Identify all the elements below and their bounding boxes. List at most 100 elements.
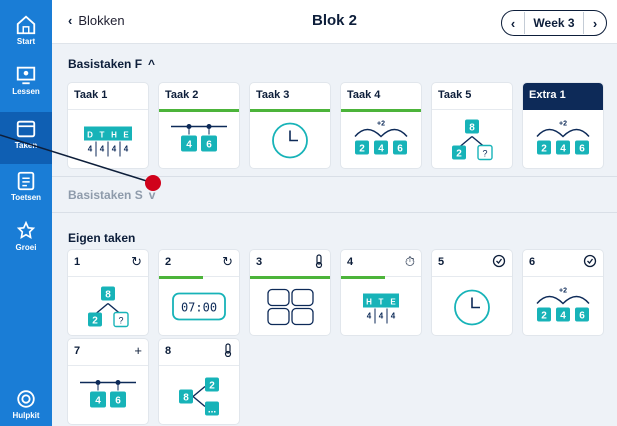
section-basistaken-f-header[interactable]: Basistaken F ^: [68, 57, 155, 71]
task-card[interactable]: 6 +2 2 4 6: [523, 250, 603, 335]
task-card-header: 1 ↻: [68, 250, 148, 277]
place-value-table-icon: D4T4H4E4: [84, 126, 132, 157]
progress-bar: [250, 109, 330, 112]
week-navigator: ‹ Week 3 ›: [501, 10, 607, 36]
table-header-text: T: [100, 131, 105, 140]
table-header-text: E: [390, 298, 396, 307]
divider: [52, 212, 617, 213]
value-text: 8: [183, 393, 189, 404]
sidebar-item-taken[interactable]: Taken: [0, 112, 52, 164]
number-line-icon: 46: [80, 380, 136, 408]
top-bar: ‹ Blokken Blok 2 ‹ Week 3 ›: [52, 0, 617, 44]
task-card[interactable]: Taak 5 8 2?: [432, 83, 512, 168]
jump-label: +2: [559, 121, 567, 128]
value-text: 2: [541, 144, 547, 155]
lifebuoy-icon: [17, 390, 35, 408]
tasks-icon: [16, 120, 36, 138]
divider: [52, 176, 617, 177]
task-card[interactable]: 8 8 2...: [159, 339, 239, 424]
section-basistaken-s-header[interactable]: Basistaken S v: [68, 188, 155, 202]
thermometer-icon: [223, 343, 233, 360]
home-icon: [16, 15, 36, 35]
task-card-header: Taak 2: [159, 83, 239, 110]
value-text: 6: [579, 311, 585, 322]
task-card-title: 1: [74, 256, 81, 268]
task-card-title: Taak 4: [347, 89, 381, 101]
digital-clock-time: 07:00: [181, 301, 217, 315]
task-card[interactable]: Taak 4 +2 2 4 6: [341, 83, 421, 168]
value-text: 8: [469, 123, 475, 134]
digital-clock-icon: 07:00: [172, 292, 226, 321]
section-title: Basistaken S: [68, 188, 143, 202]
task-card-title: Taak 2: [165, 89, 199, 101]
number-jump-icon: +2 2 4 6: [354, 121, 408, 155]
task-card-header: Taak 1: [68, 83, 148, 110]
next-week-button[interactable]: ›: [584, 16, 606, 31]
task-card[interactable]: Extra 1 +2 2 4 6: [523, 83, 603, 168]
progress-bar: [341, 109, 421, 112]
repeat-icon: ↻: [131, 254, 142, 269]
task-card-title: 3: [256, 256, 263, 268]
table-header-text: H: [366, 298, 372, 307]
task-card[interactable]: 3: [250, 250, 330, 335]
table-value-text: 4: [100, 145, 105, 154]
table-header-text: D: [87, 131, 93, 140]
table-header-text: T: [379, 298, 384, 307]
task-card-header: Taak 4: [341, 83, 421, 110]
plus-icon: +: [134, 343, 142, 358]
task-card-title: Taak 1: [74, 89, 108, 101]
unknown-text: ?: [482, 149, 487, 159]
sidebar-item-start[interactable]: Start: [0, 8, 52, 60]
section-title: Basistaken F: [68, 57, 143, 71]
task-card[interactable]: 1 ↻ 8 2?: [68, 250, 148, 335]
value-text: 2: [209, 381, 215, 392]
task-card[interactable]: 5: [432, 250, 512, 335]
sidebar-item-label: Start: [16, 37, 36, 46]
progress-bar: [341, 276, 385, 279]
task-card[interactable]: Taak 3: [250, 83, 330, 168]
number-line-icon: 46: [171, 124, 227, 152]
task-card-header: 6: [523, 250, 603, 277]
split-tree-icon: 8 2?: [452, 119, 493, 161]
task-card[interactable]: 7 +4 6: [68, 339, 148, 424]
prev-week-button[interactable]: ‹: [502, 16, 524, 31]
task-card[interactable]: 4 ⏱ H 4 T 4 E 4: [341, 250, 421, 335]
main-content: ‹ Blokken Blok 2 ‹ Week 3 › Basistaken F ^…: [52, 0, 617, 426]
table-value-text: 4: [391, 312, 396, 321]
grid-icon: [267, 288, 314, 326]
sidebar-item-lessen[interactable]: Lessen: [0, 58, 52, 110]
chevron-down-icon: v: [148, 188, 156, 202]
task-card-title: Taak 5: [438, 89, 472, 101]
value-text: 2: [541, 311, 547, 322]
check-clock-icon: [492, 254, 506, 271]
check-clock-icon: [583, 254, 597, 271]
value-text: 2: [456, 149, 462, 160]
section-title: Eigen taken: [68, 231, 136, 245]
task-card-header: 8: [159, 339, 239, 366]
table-value-text: 4: [124, 145, 129, 154]
task-card-title: 7: [74, 345, 81, 357]
sidebar-item-label: Taken: [14, 141, 38, 150]
sidebar-item-toetsen[interactable]: Toetsen: [0, 164, 52, 216]
task-card-title: 2: [165, 256, 172, 268]
lessons-icon: [16, 66, 36, 85]
value-text: ...: [208, 405, 217, 416]
task-card-header: Taak 3: [250, 83, 330, 110]
thermometer-icon: [314, 254, 324, 271]
unknown-text: ?: [118, 316, 123, 326]
sidebar-item-label: Hulpkit: [12, 411, 40, 420]
table-header-text: H: [111, 131, 117, 140]
value-text: 2: [92, 316, 98, 327]
task-card-title: Taak 3: [256, 89, 290, 101]
sidebar-item-groei[interactable]: Groei: [0, 214, 52, 266]
task-card[interactable]: Taak 2 46: [159, 83, 239, 168]
task-card-title: Extra 1: [529, 89, 566, 101]
task-card-title: 4: [347, 256, 354, 268]
clock-icon: [454, 289, 490, 326]
value-text: 4: [560, 144, 566, 155]
task-card[interactable]: 2 ↻ 07:00: [159, 250, 239, 335]
progress-bar: [159, 109, 239, 112]
task-card-header: Extra 1: [523, 83, 603, 110]
task-card[interactable]: Taak 1D4T4H4E4: [68, 83, 148, 168]
sidebar-item-hulpkit[interactable]: Hulpkit: [0, 382, 52, 426]
